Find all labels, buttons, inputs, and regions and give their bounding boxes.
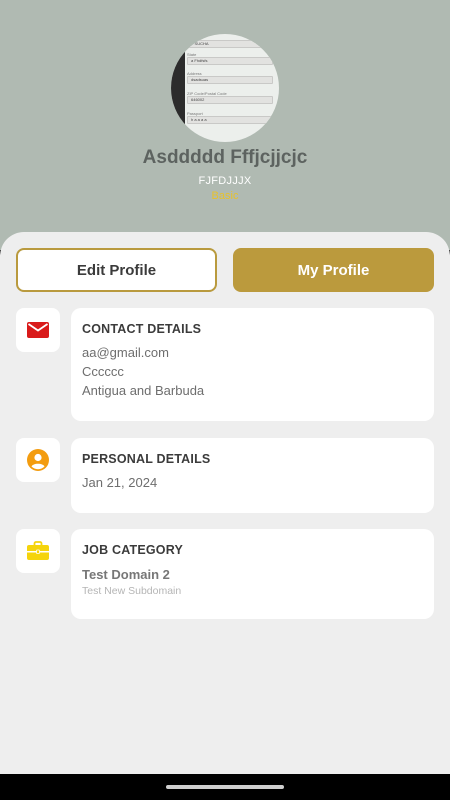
profile-code: FJFDJJJX bbox=[198, 175, 252, 187]
job-category-title: JOB CATEGORY bbox=[82, 543, 184, 557]
briefcase-icon bbox=[27, 541, 49, 560]
person-icon bbox=[27, 449, 49, 471]
avatar-form-row: F SUCHA bbox=[187, 40, 273, 48]
job-subdomain: Test New Subdomain bbox=[82, 585, 182, 597]
avatar-form-row: Passport h a a a a bbox=[187, 111, 273, 124]
avatar-form-row: State a Fhdfsfs bbox=[187, 52, 273, 65]
profile-name: Asddddd Fffjcjjcjc bbox=[142, 147, 308, 168]
job-domain: Test Domain 2 bbox=[82, 567, 170, 582]
avatar-form-row: ZIP Code/Postal Code 646002 bbox=[187, 91, 273, 104]
job-icon-box bbox=[16, 529, 60, 573]
avatar-form-value: h a a a a bbox=[187, 116, 273, 124]
personal-details-card: PERSONAL DETAILS Jan 21, 2024 bbox=[71, 438, 434, 513]
avatar-image-sidebar bbox=[171, 34, 185, 142]
personal-date: Jan 21, 2024 bbox=[82, 475, 158, 490]
avatar-form-value: 646002 bbox=[187, 96, 273, 104]
personal-icon-box bbox=[16, 438, 60, 482]
avatar-form-row: Address dsadsuas bbox=[187, 71, 273, 84]
home-indicator[interactable] bbox=[166, 785, 284, 789]
contact-line: Cccccc bbox=[82, 364, 124, 379]
contact-icon-box bbox=[16, 308, 60, 352]
personal-details-title: PERSONAL DETAILS bbox=[82, 452, 211, 466]
profile-header: F SUCHA State a Fhdfsfs Address dsadsuas… bbox=[0, 0, 450, 250]
contact-email: aa@gmail.com bbox=[82, 345, 169, 360]
contact-country: Antigua and Barbuda bbox=[82, 383, 205, 398]
contact-details-title: CONTACT DETAILS bbox=[82, 322, 202, 336]
my-profile-button[interactable]: My Profile bbox=[233, 248, 434, 292]
avatar[interactable]: F SUCHA State a Fhdfsfs Address dsadsuas… bbox=[171, 34, 279, 142]
avatar-image: F SUCHA State a Fhdfsfs Address dsadsuas… bbox=[171, 34, 279, 142]
contact-details-card: CONTACT DETAILS aa@gmail.com Cccccc Anti… bbox=[71, 308, 434, 421]
plan-badge: Basic bbox=[211, 190, 239, 202]
mail-icon bbox=[27, 322, 49, 338]
edit-profile-button[interactable]: Edit Profile bbox=[16, 248, 217, 292]
avatar-form-value: a Fhdfsfs bbox=[187, 57, 273, 65]
avatar-form-value: F SUCHA bbox=[187, 40, 273, 48]
job-category-card: JOB CATEGORY Test Domain 2 Test New Subd… bbox=[71, 529, 434, 619]
avatar-form-value: dsadsuas bbox=[187, 76, 273, 84]
